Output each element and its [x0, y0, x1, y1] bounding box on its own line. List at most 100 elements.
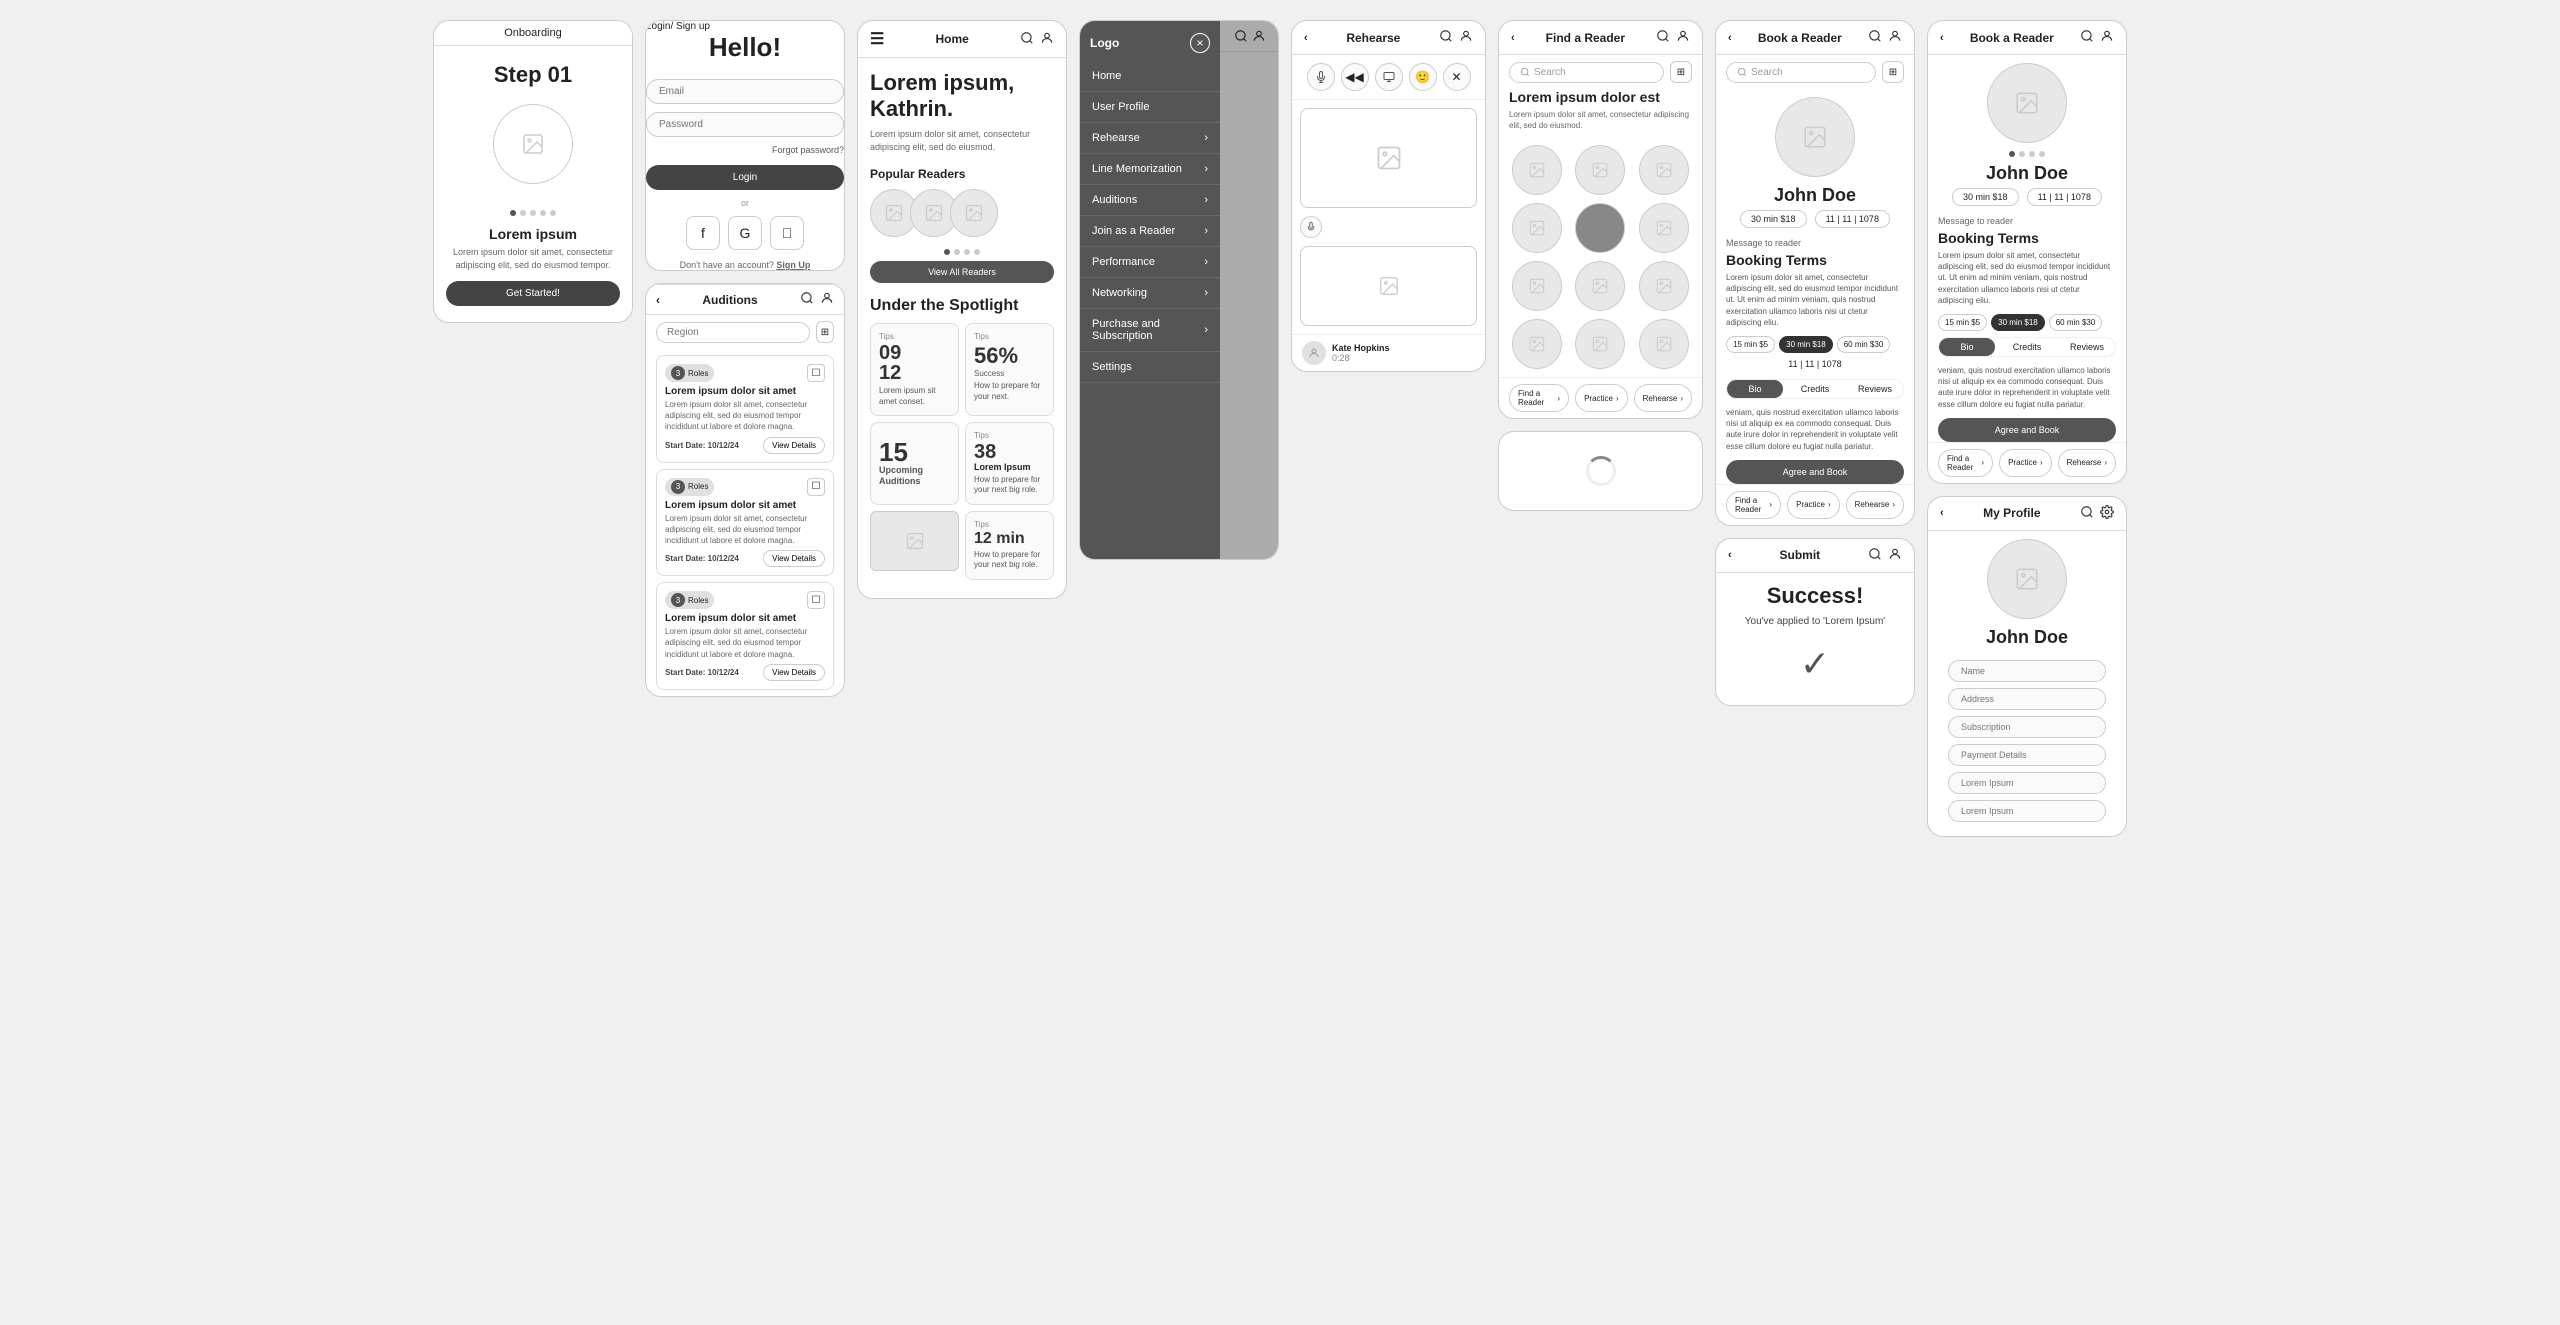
bio-tab[interactable]: Bio	[1727, 380, 1783, 398]
book-rehearse-pill[interactable]: Rehearse	[1846, 491, 1904, 519]
profile-settings-icon[interactable]	[2100, 505, 2114, 522]
book-right-duration[interactable]: 30 min $18	[1952, 188, 2019, 206]
rehearse-search-icon[interactable]	[1439, 29, 1453, 46]
address-field[interactable]	[1948, 688, 2106, 710]
find-profile-icon[interactable]	[1676, 29, 1690, 46]
screen-share-button[interactable]	[1375, 63, 1403, 91]
practice-pill[interactable]: Practice	[1575, 384, 1628, 412]
book-left-search-icon[interactable]	[1868, 29, 1882, 46]
google-btn[interactable]: G	[728, 216, 762, 250]
lorem-ipsum-field-1[interactable]	[1948, 772, 2106, 794]
region-input[interactable]	[656, 322, 810, 343]
lorem-ipsum-field-2[interactable]	[1948, 800, 2106, 822]
book-left-back-icon[interactable]: ‹	[1728, 32, 1732, 44]
close-button[interactable]: ✕	[1443, 63, 1471, 91]
book-right-search-icon[interactable]	[2080, 29, 2094, 46]
menu-item-join-reader[interactable]: Join as a Reader	[1080, 216, 1220, 247]
search-icon[interactable]	[800, 291, 814, 308]
register-link[interactable]: Don't have an account? Sign Up	[646, 260, 844, 270]
find-search-icon[interactable]	[1656, 29, 1670, 46]
menu-item-settings[interactable]: Settings	[1080, 352, 1220, 383]
avatar-10[interactable]	[1512, 319, 1562, 369]
payment-details-field[interactable]	[1948, 744, 2106, 766]
credits-tab[interactable]: Credits	[1787, 380, 1843, 398]
home-search-icon[interactable]	[1020, 31, 1034, 48]
book-left-profile-icon[interactable]	[1888, 29, 1902, 46]
view-details-3[interactable]: View Details	[763, 664, 825, 681]
name-field[interactable]	[1948, 660, 2106, 682]
reviews-tab[interactable]: Reviews	[1847, 380, 1903, 398]
book-right-bio-tab[interactable]: Bio	[1939, 338, 1995, 356]
rehearse-profile-icon[interactable]	[1459, 29, 1473, 46]
book-right-reviews-tab[interactable]: Reviews	[2059, 338, 2115, 356]
time-pill-3[interactable]: 60 min $30	[1837, 336, 1891, 353]
profile-search-icon[interactable]	[2080, 505, 2094, 522]
avatar-11[interactable]	[1575, 319, 1625, 369]
agree-book-button[interactable]: Agree and Book	[1726, 460, 1904, 484]
filter-button[interactable]: ⊞	[816, 321, 834, 343]
hamburger-icon[interactable]: ☰	[870, 29, 884, 49]
avatar-1[interactable]	[1512, 145, 1562, 195]
time-pill-2[interactable]: 30 min $18	[1779, 336, 1833, 353]
avatar-8[interactable]	[1575, 261, 1625, 311]
book-filter-button[interactable]: ⊞	[1882, 61, 1904, 83]
profile-back-icon[interactable]: ‹	[1940, 507, 1944, 519]
menu-item-home[interactable]: Home	[1080, 61, 1220, 92]
menu-item-user-profile[interactable]: User Profile	[1080, 92, 1220, 123]
avatar-3[interactable]	[1639, 145, 1689, 195]
menu-item-purchase[interactable]: Purchase and Subscription	[1080, 309, 1220, 352]
avatar-5-selected[interactable]	[1575, 203, 1625, 253]
submit-search-icon[interactable]	[1868, 547, 1882, 564]
book-left-search-bar[interactable]: Search	[1726, 62, 1876, 83]
login-button[interactable]: Login	[646, 165, 844, 190]
book-right-agree-button[interactable]: Agree and Book	[1938, 418, 2116, 442]
mini-mic-button[interactable]	[1300, 216, 1322, 238]
bookmark-2[interactable]: ☐	[807, 478, 825, 496]
menu-close-button[interactable]: ×	[1190, 33, 1210, 53]
back-icon[interactable]: ‹	[656, 293, 660, 307]
bookmark-3[interactable]: ☐	[807, 591, 825, 609]
find-search-bar[interactable]: Search	[1509, 62, 1664, 83]
rehearse-back-icon[interactable]: ‹	[1304, 32, 1308, 44]
emoji-button[interactable]: 🙂	[1409, 63, 1437, 91]
rehearse-pill[interactable]: Rehearse	[1634, 384, 1692, 412]
find-filter-button[interactable]: ⊞	[1670, 61, 1692, 83]
password-input[interactable]	[646, 112, 844, 137]
time-pill-1[interactable]: 15 min $5	[1726, 336, 1775, 353]
avatar-2[interactable]	[1575, 145, 1625, 195]
find-reader-pill[interactable]: Find a Reader	[1509, 384, 1569, 412]
get-started-button[interactable]: Get Started!	[446, 281, 620, 306]
book-right-pill-2[interactable]: 30 min $18	[1991, 314, 2045, 331]
book-right-pill-1[interactable]: 15 min $5	[1938, 314, 1987, 331]
mic-button[interactable]	[1307, 63, 1335, 91]
view-details-2[interactable]: View Details	[763, 550, 825, 567]
apple-btn[interactable]: 	[770, 216, 804, 250]
menu-item-performance[interactable]: Performance	[1080, 247, 1220, 278]
facebook-btn[interactable]: f	[686, 216, 720, 250]
forgot-password-link[interactable]: Forgot password?	[646, 145, 844, 155]
submit-profile-icon[interactable]	[1888, 547, 1902, 564]
view-details-1[interactable]: View Details	[763, 437, 825, 454]
duration-pill-1[interactable]: 30 min $18	[1740, 210, 1807, 228]
menu-item-line-memorization[interactable]: Line Memorization	[1080, 154, 1220, 185]
book-right-pill-3[interactable]: 60 min $30	[2049, 314, 2103, 331]
bookmark-1[interactable]: ☐	[807, 364, 825, 382]
book-practice-pill[interactable]: Practice	[1787, 491, 1840, 519]
book-right-rehearse-pill[interactable]: Rehearse	[2058, 449, 2116, 477]
menu-item-networking[interactable]: Networking	[1080, 278, 1220, 309]
rewind-button[interactable]: ◀◀	[1341, 63, 1369, 91]
submit-back-icon[interactable]: ‹	[1728, 549, 1732, 561]
book-right-profile-icon[interactable]	[2100, 29, 2114, 46]
view-all-readers-button[interactable]: View All Readers	[870, 261, 1054, 283]
profile-icon[interactable]	[820, 291, 834, 308]
book-right-credits-tab[interactable]: Credits	[1999, 338, 2055, 356]
avatar-9[interactable]	[1639, 261, 1689, 311]
find-back-icon[interactable]: ‹	[1511, 32, 1515, 44]
avatar-7[interactable]	[1512, 261, 1562, 311]
subscription-field[interactable]	[1948, 716, 2106, 738]
book-right-back-icon[interactable]: ‹	[1940, 32, 1944, 44]
avatar-6[interactable]	[1639, 203, 1689, 253]
book-right-find-pill[interactable]: Find a Reader	[1938, 449, 1993, 477]
home-profile-icon[interactable]	[1040, 31, 1054, 48]
menu-item-auditions[interactable]: Auditions	[1080, 185, 1220, 216]
